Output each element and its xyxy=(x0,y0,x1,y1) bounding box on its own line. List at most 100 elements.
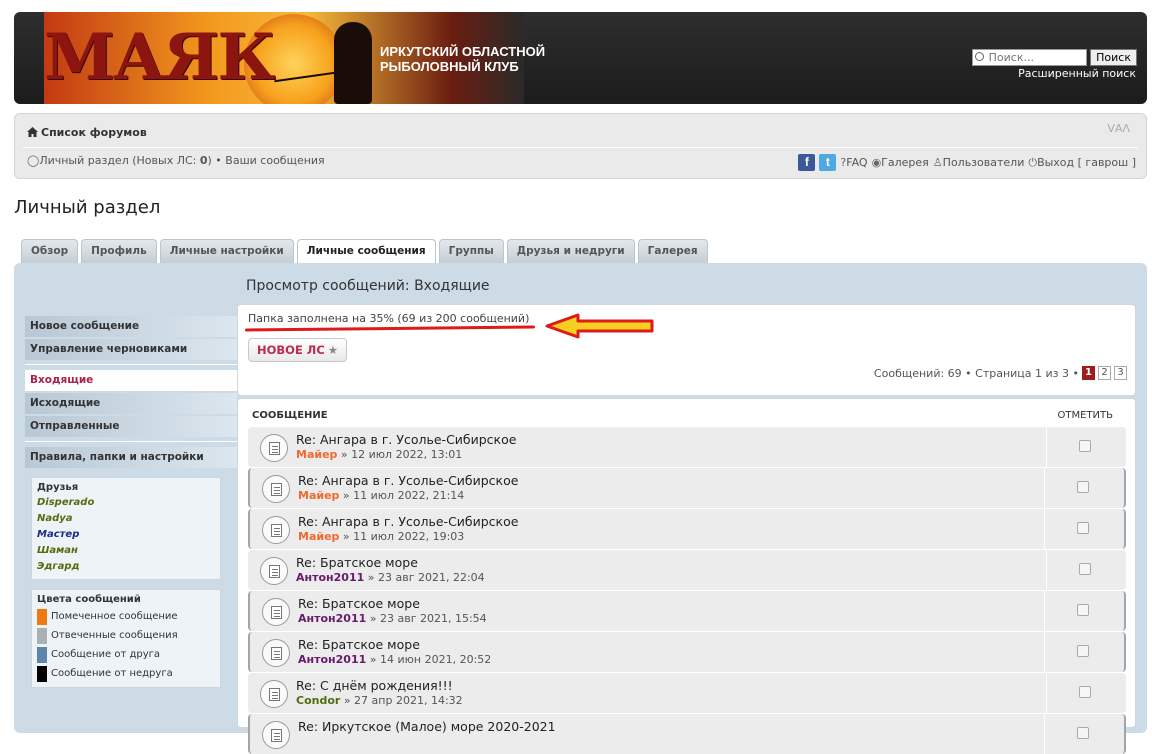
color-swatch xyxy=(37,608,47,625)
site-header-banner: МАЯК Иркутский областной рыболовный клуб… xyxy=(14,12,1147,104)
gallery-link[interactable]: ◉Галерея xyxy=(872,156,929,169)
mark-checkbox[interactable] xyxy=(1077,522,1089,534)
author-link[interactable]: Майер xyxy=(298,489,339,502)
page-3-button[interactable]: 3 xyxy=(1114,366,1127,380)
friends-header: Друзья xyxy=(37,482,79,493)
mark-cell xyxy=(1046,427,1126,467)
facebook-icon[interactable]: f xyxy=(798,154,816,171)
friend-link[interactable]: Эдгард xyxy=(37,559,215,575)
font-resize-icon[interactable]: ᐯAᐱ xyxy=(1107,122,1130,135)
tab-profile[interactable]: Профиль xyxy=(81,239,157,263)
message-icon xyxy=(262,639,290,667)
tab-friends-foes[interactable]: Друзья и недруги xyxy=(506,239,635,263)
sidebar-item-drafts[interactable]: Управление черновиками xyxy=(25,339,237,360)
mark-checkbox[interactable] xyxy=(1077,645,1089,657)
mark-checkbox[interactable] xyxy=(1077,481,1089,493)
legend-row: Сообщение от друга xyxy=(37,645,215,664)
search-form: Поиск xyxy=(971,49,1137,66)
mark-cell xyxy=(1046,673,1126,713)
author-link[interactable]: Антон2011 xyxy=(298,612,366,625)
annotation-arrow-icon xyxy=(545,313,654,339)
page-1-button[interactable]: 1 xyxy=(1082,366,1095,380)
power-icon: ⏻ xyxy=(1028,155,1038,169)
mark-checkbox[interactable] xyxy=(1079,563,1091,575)
mark-cell xyxy=(1044,509,1124,549)
user-icon: ◯ xyxy=(27,154,40,167)
message-colors-box: Цвета сообщений Помеченное сообщение Отв… xyxy=(31,589,221,688)
message-subject[interactable]: Re: Иркутское (Малое) море 2020-2021 xyxy=(298,719,556,734)
author-link[interactable]: Антон2011 xyxy=(298,653,366,666)
friends-box: Друзья Disperado Nadya Мастер Шаман Эдга… xyxy=(31,477,221,580)
mark-cell xyxy=(1044,714,1124,754)
message-subject[interactable]: Re: Ангара в г. Усолье-Сибирское xyxy=(298,473,518,488)
author-link[interactable]: Антон2011 xyxy=(296,571,364,584)
search-button[interactable]: Поиск xyxy=(1090,49,1137,66)
tab-gallery[interactable]: Галерея xyxy=(637,239,708,263)
message-meta: Майер » 12 июл 2022, 13:01 xyxy=(296,448,463,461)
annotation-underline xyxy=(244,325,536,332)
tab-groups[interactable]: Группы xyxy=(438,239,504,263)
message-subject[interactable]: Re: Ангара в г. Усолье-Сибирское xyxy=(296,432,516,447)
author-link[interactable]: Майер xyxy=(298,530,339,543)
author-link[interactable]: Майер xyxy=(296,448,337,461)
new-pm-button[interactable]: НОВОЕ ЛС ★ xyxy=(248,338,348,362)
fisherman-silhouette xyxy=(334,22,372,104)
sidebar-item-compose[interactable]: Новое сообщение xyxy=(25,316,237,337)
author-link[interactable]: Condor xyxy=(296,694,340,707)
your-posts-link[interactable]: Ваши сообщения xyxy=(225,154,324,167)
mark-checkbox[interactable] xyxy=(1077,604,1089,616)
sidebar-item-rules[interactable]: Правила, папки и настройки xyxy=(25,447,237,468)
message-row[interactable]: Re: Братское море Антон2011 » 23 авг 202… xyxy=(248,550,1126,590)
logout-link[interactable]: ⏻Выход [ гаврош ] xyxy=(1028,156,1136,170)
quick-links: f t ?FAQ ◉Галерея ♙Пользователи ⏻Выход [… xyxy=(798,154,1136,171)
sidebar-item-sent[interactable]: Отправленные xyxy=(25,416,237,437)
navbar-divider xyxy=(23,147,1138,148)
legend-row: Отвеченные сообщения xyxy=(37,626,215,645)
forum-list-link[interactable]: Список форумов xyxy=(27,126,147,139)
users-link[interactable]: ♙Пользователи xyxy=(933,156,1025,169)
tab-overview[interactable]: Обзор xyxy=(21,239,79,263)
column-message: СООБЩЕНИЕ xyxy=(252,410,328,421)
message-row[interactable]: Re: Ангара в г. Усолье-Сибирское Майер »… xyxy=(248,509,1126,549)
friend-link[interactable]: Шаман xyxy=(37,543,215,559)
friend-link[interactable]: Nadya xyxy=(37,511,215,527)
mark-checkbox[interactable] xyxy=(1077,727,1089,739)
message-subject[interactable]: Re: С днём рождения!!! xyxy=(296,678,453,693)
faq-link[interactable]: ?FAQ xyxy=(840,156,867,169)
site-logo[interactable]: МАЯК xyxy=(44,20,276,96)
search-icon xyxy=(974,52,984,61)
message-row[interactable]: Re: Братское море Антон2011 » 23 авг 202… xyxy=(248,591,1126,631)
page-2-button[interactable]: 2 xyxy=(1098,366,1111,380)
legend-row: Помеченное сообщение xyxy=(37,607,215,626)
twitter-icon[interactable]: t xyxy=(819,154,837,171)
ucp-tabs: Обзор Профиль Личные настройки Личные со… xyxy=(21,239,708,264)
message-row[interactable]: Re: Ангара в г. Усолье-Сибирское Майер »… xyxy=(248,468,1126,508)
sidebar-item-inbox[interactable]: Входящие xyxy=(25,370,237,391)
tab-preferences[interactable]: Личные настройки xyxy=(159,239,294,263)
mark-checkbox[interactable] xyxy=(1079,440,1091,452)
tab-private-messages[interactable]: Личные сообщения xyxy=(296,239,436,264)
message-icon xyxy=(262,598,290,626)
friend-link[interactable]: Мастер xyxy=(37,527,215,543)
message-subject[interactable]: Re: Братское море xyxy=(298,596,420,611)
personal-section-link[interactable]: Личный раздел (Новых ЛС: 0) xyxy=(39,154,212,167)
mark-checkbox[interactable] xyxy=(1079,686,1091,698)
message-row[interactable]: Re: Иркутское (Малое) море 2020-2021 xyxy=(248,714,1126,754)
message-subject[interactable]: Re: Ангара в г. Усолье-Сибирское xyxy=(298,514,518,529)
message-subject[interactable]: Re: Братское море xyxy=(298,637,420,652)
message-list: СООБЩЕНИЕ ОТМЕТИТЬ Re: Ангара в г. Усоль… xyxy=(237,398,1136,754)
club-name: Иркутский областной рыболовный клуб xyxy=(380,44,546,74)
view-title: Просмотр сообщений: Входящие xyxy=(246,278,490,294)
message-subject[interactable]: Re: Братское море xyxy=(296,555,418,570)
message-row[interactable]: Re: Братское море Антон2011 » 14 июн 202… xyxy=(248,632,1126,672)
folder-status: Папка заполнена на 35% (69 из 200 сообще… xyxy=(248,312,530,325)
sidebar-item-outbox[interactable]: Исходящие xyxy=(25,393,237,414)
message-row[interactable]: Re: Ангара в г. Усолье-Сибирское Майер »… xyxy=(248,427,1126,467)
friend-link[interactable]: Disperado xyxy=(37,495,215,511)
search-input[interactable] xyxy=(971,49,1087,66)
message-row[interactable]: Re: С днём рождения!!! Condor » 27 апр 2… xyxy=(248,673,1126,713)
message-icon xyxy=(260,557,288,585)
colors-header: Цвета сообщений xyxy=(37,594,141,605)
mark-cell xyxy=(1044,468,1124,508)
advanced-search-link[interactable]: Расширенный поиск xyxy=(1018,67,1136,80)
